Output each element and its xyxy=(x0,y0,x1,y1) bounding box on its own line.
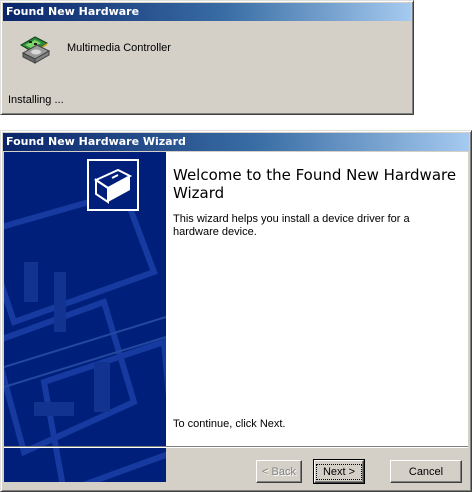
wizard-heading: Welcome to the Found New Hardware Wizard xyxy=(173,166,457,202)
window-title: Found New Hardware xyxy=(3,3,411,21)
wizard-banner xyxy=(4,152,166,482)
found-new-hardware-window: Found New Hardware Multimedia Controller… xyxy=(0,0,414,115)
found-new-hardware-wizard-window: Found New Hardware Wizard Welcome to the… xyxy=(0,130,472,492)
install-status: Installing ... xyxy=(8,94,64,106)
wizard-content: Welcome to the Found New Hardware Wizard… xyxy=(166,152,468,446)
cancel-button[interactable]: Cancel xyxy=(390,460,462,483)
button-divider xyxy=(4,446,468,448)
window-title: Found New Hardware Wizard xyxy=(3,133,469,151)
back-button-label: < Back xyxy=(262,465,296,478)
next-button[interactable]: Next > xyxy=(313,459,365,484)
next-button-label: Next > xyxy=(315,463,363,480)
wizard-description: This wizard helps you install a device d… xyxy=(173,213,410,238)
cancel-button-label: Cancel xyxy=(408,465,444,478)
device-name: Multimedia Controller xyxy=(67,42,171,54)
hardware-install-icon xyxy=(17,31,53,67)
continue-instruction: To continue, click Next. xyxy=(173,418,286,430)
back-button[interactable]: < Back xyxy=(256,460,302,483)
